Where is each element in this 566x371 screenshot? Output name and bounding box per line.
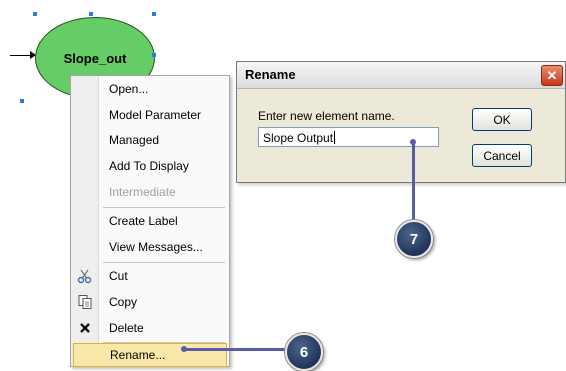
menu-item-cut[interactable]: Cut bbox=[71, 264, 229, 288]
callout-line bbox=[412, 142, 415, 220]
menu-item-label: Delete bbox=[109, 321, 144, 335]
menu-item-label: Create Label bbox=[109, 214, 178, 228]
menu-item-open[interactable]: Open... bbox=[71, 77, 229, 101]
menu-item-label: Open... bbox=[109, 82, 149, 96]
menu-item-label: Rename... bbox=[110, 348, 166, 362]
selection-handle[interactable] bbox=[152, 53, 156, 57]
menu-item-rename[interactable]: Rename... bbox=[73, 343, 227, 367]
step-6-badge: 6 bbox=[285, 333, 323, 371]
menu-item-copy[interactable]: Copy bbox=[71, 290, 229, 314]
dialog-prompt: Enter new element name. bbox=[258, 109, 395, 123]
copy-icon bbox=[77, 294, 93, 310]
menu-item-label: Add To Display bbox=[109, 159, 189, 173]
selection-handle[interactable] bbox=[89, 12, 93, 16]
step-7-badge: 7 bbox=[395, 220, 433, 258]
model-element-label: Slope_out bbox=[63, 50, 127, 66]
menu-item-delete[interactable]: Delete bbox=[71, 316, 229, 340]
menu-item-intermediate: Intermediate bbox=[71, 180, 229, 204]
menu-item-create-label[interactable]: Create Label bbox=[71, 209, 229, 233]
ok-button-label: OK bbox=[493, 112, 511, 127]
menu-separator bbox=[103, 207, 225, 208]
ok-button[interactable]: OK bbox=[472, 108, 532, 131]
selection-handle[interactable] bbox=[33, 12, 37, 16]
connector-line bbox=[10, 55, 32, 56]
cancel-button[interactable]: Cancel bbox=[472, 144, 532, 167]
callout-line bbox=[184, 348, 289, 351]
menu-item-label: Copy bbox=[109, 295, 138, 309]
menu-item-label: Cut bbox=[109, 269, 128, 283]
menu-separator bbox=[103, 262, 225, 263]
menu-item-label: Managed bbox=[109, 133, 160, 147]
context-menu: Open... Model Parameter Managed Add To D… bbox=[70, 75, 230, 367]
menu-item-view-messages[interactable]: View Messages... bbox=[71, 235, 229, 259]
menu-item-model-parameter[interactable]: Model Parameter bbox=[71, 103, 229, 127]
delete-x-icon bbox=[77, 320, 93, 336]
dialog-title: Rename bbox=[245, 67, 296, 82]
menu-item-label: View Messages... bbox=[109, 240, 203, 254]
menu-item-label: Model Parameter bbox=[109, 108, 202, 122]
menu-item-add-to-display[interactable]: Add To Display bbox=[71, 154, 229, 178]
rename-dialog: Rename ✕ Enter new element name. Slope O… bbox=[236, 61, 566, 183]
cancel-button-label: Cancel bbox=[483, 148, 521, 163]
scissors-icon bbox=[77, 268, 93, 284]
step-number: 7 bbox=[409, 230, 419, 248]
menu-item-label: Intermediate bbox=[109, 185, 176, 199]
step-number: 6 bbox=[299, 343, 309, 361]
selection-handle[interactable] bbox=[20, 99, 24, 103]
close-icon: ✕ bbox=[546, 67, 558, 83]
input-value: Slope Output bbox=[263, 131, 334, 145]
selection-handle[interactable] bbox=[152, 12, 156, 16]
dialog-titlebar[interactable]: Rename ✕ bbox=[237, 62, 565, 89]
menu-item-managed[interactable]: Managed bbox=[71, 128, 229, 152]
text-caret bbox=[334, 131, 336, 144]
close-button[interactable]: ✕ bbox=[541, 65, 563, 86]
